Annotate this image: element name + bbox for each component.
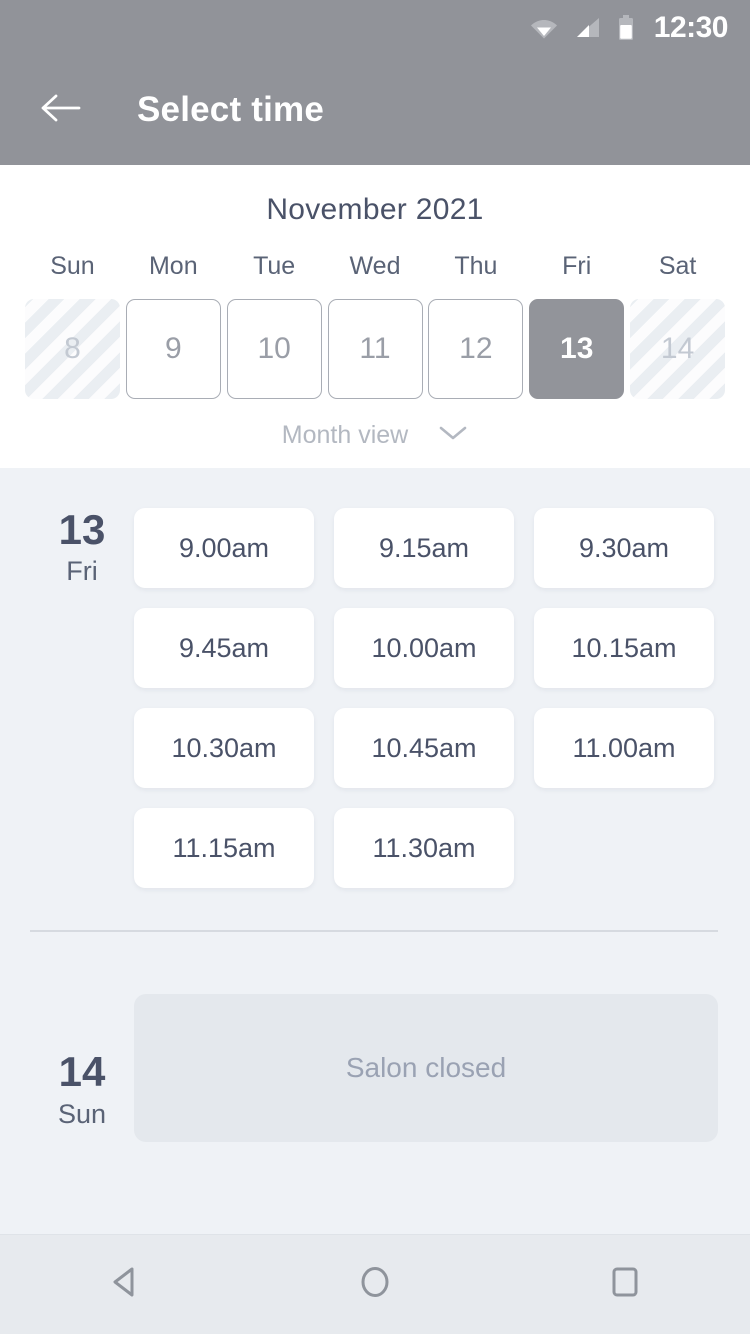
date-cell-wrap: 13 (526, 299, 627, 399)
weekday-label: Sat (658, 252, 697, 280)
time-slots-area: 13 Fri 9.00am 9.15am 9.30am 9.45am 10.00… (0, 468, 750, 1234)
date-cell-10[interactable]: 10 (226, 299, 322, 399)
date-cell-14: 14 (630, 299, 726, 399)
calendar-panel: November 2021 Sun Mon Tue Wed Thu Fri Sa… (0, 165, 750, 468)
time-slot[interactable]: 9.15am (334, 508, 514, 588)
weekday-label: Tue (253, 252, 296, 280)
status-bar: 12:30 (0, 0, 750, 55)
weekday-label: Wed (349, 252, 401, 280)
time-slot[interactable]: 11.30am (334, 808, 514, 888)
day-group-13: 13 Fri 9.00am 9.15am 9.30am 9.45am 10.00… (0, 468, 750, 888)
app-bar: Select time (0, 55, 750, 165)
wifi-icon (530, 17, 558, 39)
time-slot[interactable]: 10.00am (334, 608, 514, 688)
cell-signal-icon (575, 17, 601, 39)
date-row: 8 9 10 11 12 13 14 (0, 299, 750, 399)
date-cell-12[interactable]: 12 (428, 299, 524, 399)
time-slot[interactable]: 9.30am (534, 508, 714, 588)
time-slot[interactable]: 9.45am (134, 608, 314, 688)
time-slot[interactable]: 10.45am (334, 708, 514, 788)
time-slot[interactable]: 10.15am (534, 608, 714, 688)
date-cell-wrap: 9 (123, 299, 224, 399)
time-slot[interactable]: 11.00am (534, 708, 714, 788)
day-marker-number: 13 (58, 506, 106, 553)
month-view-toggle[interactable]: Month view (0, 421, 750, 450)
date-cell-wrap: 14 (627, 299, 728, 399)
battery-icon (618, 14, 634, 41)
date-cell-8: 8 (24, 299, 120, 399)
time-slot[interactable]: 10.30am (134, 708, 314, 788)
date-cell-11[interactable]: 11 (327, 299, 423, 399)
weekday-label: Mon (148, 252, 198, 280)
day-marker-number: 14 (58, 1048, 106, 1096)
month-view-label: Month view (281, 421, 409, 449)
date-cell-13[interactable]: 13 (529, 299, 625, 399)
salon-closed-block: Salon closed (134, 994, 718, 1142)
day-marker-weekday: Fri (66, 556, 98, 587)
weekday-label: Sun (50, 252, 95, 280)
nav-recents-button[interactable] (570, 1235, 680, 1334)
day-marker-weekday: Sun (57, 1098, 107, 1129)
back-button[interactable] (32, 82, 88, 138)
calendar-month-label: November 2021 (266, 193, 484, 226)
day-marker: 13 Fri (30, 506, 134, 888)
nav-back-button[interactable] (70, 1235, 180, 1334)
nav-home-button[interactable] (320, 1235, 430, 1334)
status-bar-clock: 12:30 (653, 10, 729, 44)
date-cell-wrap: 8 (22, 299, 123, 399)
back-triangle-icon (103, 1260, 147, 1309)
home-circle-icon (353, 1260, 397, 1309)
weekday-label: Thu (454, 252, 498, 280)
date-cell-9[interactable]: 9 (125, 299, 221, 399)
day-marker: 14 Sun (30, 994, 134, 1142)
page-title: Select time (137, 90, 325, 129)
android-nav-bar (0, 1234, 750, 1334)
date-cell-wrap: 12 (425, 299, 526, 399)
date-cell-wrap: 10 (224, 299, 325, 399)
date-cell-wrap: 11 (325, 299, 426, 399)
day-group-14: 14 Sun Salon closed (0, 932, 750, 1142)
time-slot[interactable]: 9.00am (134, 508, 314, 588)
chevron-down-icon (438, 424, 468, 447)
weekday-header-row: Sun Mon Tue Wed Thu Fri Sat (0, 252, 750, 281)
recents-square-icon (603, 1260, 647, 1309)
weekday-label: Fri (562, 252, 592, 280)
select-time-screen: 12:30 Select time November 2021 Sun Mon … (0, 0, 750, 1334)
arrow-left-icon (39, 92, 81, 129)
time-slot[interactable]: 11.15am (134, 808, 314, 888)
slots-grid: 9.00am 9.15am 9.30am 9.45am 10.00am 10.1… (134, 508, 718, 888)
